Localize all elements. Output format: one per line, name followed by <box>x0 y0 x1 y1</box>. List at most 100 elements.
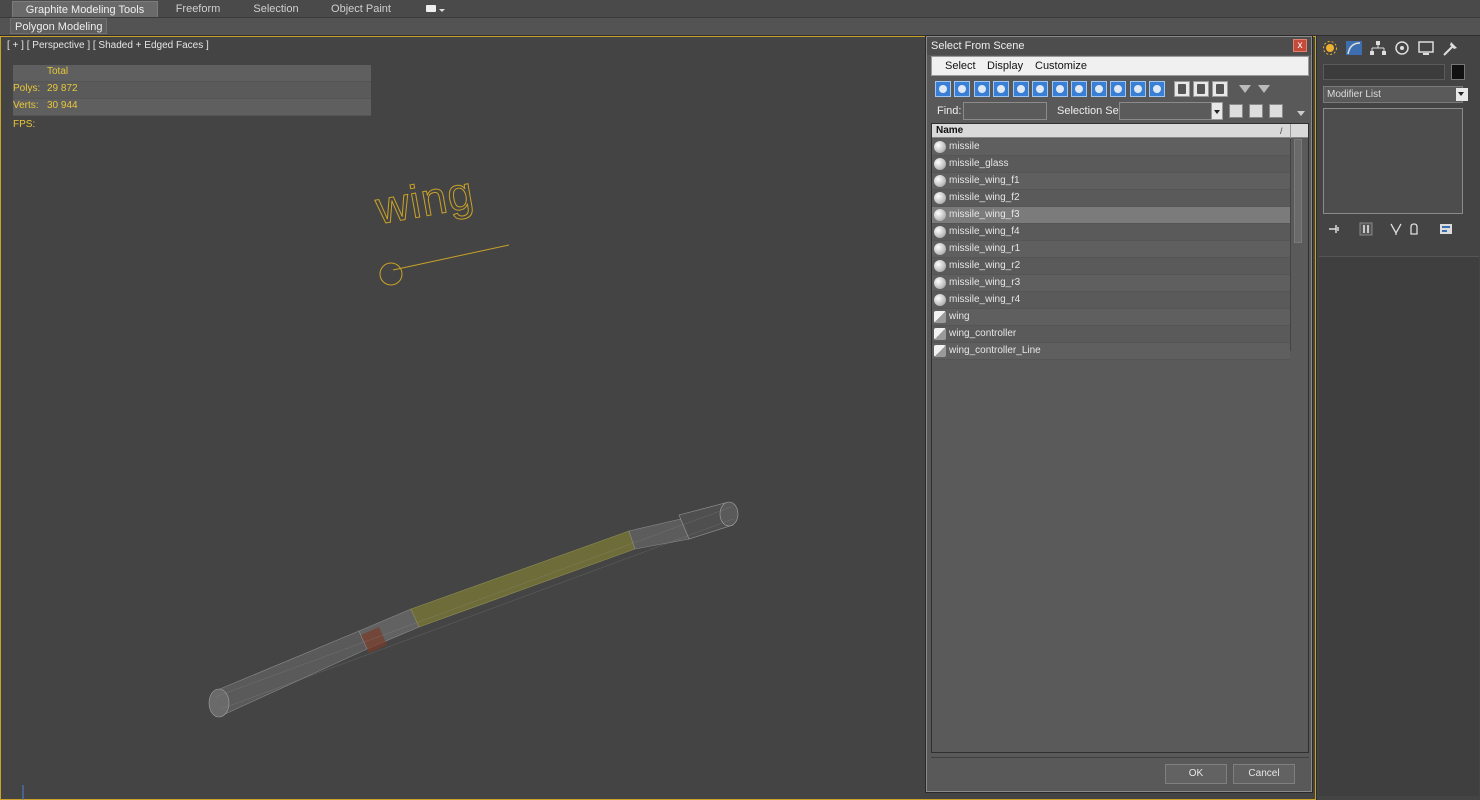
create-tab-icon[interactable] <box>1321 40 1339 56</box>
list-item[interactable]: missile_wing_r3 <box>932 275 1290 292</box>
filter-frozen-icon[interactable] <box>1130 81 1146 97</box>
list-item[interactable]: wing <box>932 309 1290 326</box>
ribbon-polygon-modeling-panel[interactable]: Polygon Modeling <box>10 18 108 34</box>
modifier-list-dropdown[interactable]: Modifier List <box>1323 86 1468 103</box>
modify-tab-icon[interactable] <box>1345 40 1363 56</box>
ribbon-tab-freeform[interactable]: Freeform <box>162 1 234 17</box>
scene-statistics: Total Polys: 29 872 Verts: 30 944 <box>13 65 371 116</box>
list-item-label: missile_wing_r2 <box>949 260 1021 271</box>
command-panel-tabs <box>1317 36 1480 60</box>
select-from-scene-dialog: Select From Scene x Select Display Custo… <box>926 36 1312 792</box>
viewport-label[interactable]: [ + ] [ Perspective ] [ Shaded + Edged F… <box>7 40 209 51</box>
show-end-result-icon[interactable] <box>1359 222 1373 236</box>
ribbon-tab-selection[interactable]: Selection <box>240 1 312 17</box>
missile-mesh[interactable] <box>208 501 739 718</box>
geometry-sphere-icon <box>934 226 946 238</box>
list-item[interactable]: missile_wing_f2 <box>932 190 1290 207</box>
ok-button[interactable]: OK <box>1165 764 1227 784</box>
list-item[interactable]: missile <box>932 139 1290 156</box>
list-item[interactable]: missile_wing_f1 <box>932 173 1290 190</box>
menu-display[interactable]: Display <box>987 60 1023 72</box>
filter-xrefs-icon[interactable] <box>1071 81 1087 97</box>
dialog-menu-bar: Select Display Customize <box>931 56 1309 76</box>
filter-shapes-icon[interactable] <box>954 81 970 97</box>
filter-helpers-icon[interactable] <box>1013 81 1029 97</box>
display-tab-icon[interactable] <box>1417 40 1435 56</box>
list-item-label: missile_wing_f4 <box>949 226 1020 237</box>
ribbon-options-icon[interactable] <box>424 3 446 15</box>
list-item[interactable]: missile_wing_r1 <box>932 241 1290 258</box>
modifier-stack-tools <box>1323 220 1463 238</box>
geometry-sphere-icon <box>934 175 946 187</box>
utilities-tab-icon[interactable] <box>1441 40 1459 56</box>
filter-lights-icon[interactable] <box>974 81 990 97</box>
shape-icon <box>934 311 946 323</box>
menu-customize[interactable]: Customize <box>1035 60 1087 72</box>
sort-indicator-icon: / <box>1280 126 1283 136</box>
find-input[interactable] <box>963 102 1047 120</box>
command-panel: Modifier List <box>1316 36 1480 800</box>
geometry-sphere-icon <box>934 158 946 170</box>
column-name-header[interactable]: Name <box>936 125 963 136</box>
stats-verts-row: Verts: 30 944 <box>13 99 371 116</box>
select-invert-icon[interactable] <box>1212 81 1228 97</box>
expand-arrow-icon[interactable] <box>1297 111 1305 116</box>
list-scrollbar-thumb[interactable] <box>1294 139 1302 243</box>
filter-geometry-icon[interactable] <box>935 81 951 97</box>
cancel-button[interactable]: Cancel <box>1233 764 1295 784</box>
list-item[interactable]: missile_wing_f4 <box>932 224 1290 241</box>
object-name-input[interactable] <box>1323 64 1445 80</box>
ribbon-tab-object-paint[interactable]: Object Paint <box>320 1 402 17</box>
find-row: Find: Selection Set: <box>931 101 1309 121</box>
remove-modifier-icon[interactable] <box>1407 222 1421 236</box>
selection-set-dropdown-arrow[interactable] <box>1211 102 1223 120</box>
filter-hidden-icon[interactable] <box>1149 81 1165 97</box>
header-divider <box>1290 124 1291 138</box>
select-none-icon[interactable] <box>1193 81 1209 97</box>
make-unique-icon[interactable] <box>1389 222 1403 236</box>
menu-select[interactable]: Select <box>945 60 976 72</box>
dialog-toolbar <box>931 77 1309 101</box>
filter-space-warps-icon[interactable] <box>1032 81 1048 97</box>
edit-selection-set-icon[interactable] <box>1229 104 1243 118</box>
filter-groups-icon[interactable] <box>1052 81 1068 97</box>
ribbon: Graphite Modeling Tools Freeform Selecti… <box>0 0 1480 36</box>
list-item-selected[interactable]: missile_wing_f3 <box>932 207 1290 224</box>
wing-controller-line[interactable] <box>392 244 510 271</box>
list-item[interactable]: wing_controller <box>932 326 1290 343</box>
list-item[interactable]: wing_controller_Line <box>932 343 1290 360</box>
stats-header: Total <box>13 65 371 82</box>
hierarchy-tab-icon[interactable] <box>1369 40 1387 56</box>
list-scrollbar[interactable] <box>1290 139 1304 351</box>
list-item-label: missile_wing_r4 <box>949 294 1021 305</box>
list-item[interactable]: missile_wing_r4 <box>932 292 1290 309</box>
list-item-label: wing_controller_Line <box>949 345 1041 356</box>
wing-controller-circle[interactable] <box>379 262 403 286</box>
find-label: Find: <box>937 105 962 117</box>
motion-tab-icon[interactable] <box>1393 40 1411 56</box>
list-item[interactable]: missile_glass <box>932 156 1290 173</box>
pin-stack-icon[interactable] <box>1327 222 1341 236</box>
filter-settings-icon[interactable] <box>1256 81 1272 97</box>
filter-bones-icon[interactable] <box>1091 81 1107 97</box>
list-item[interactable]: missile_wing_r2 <box>932 258 1290 275</box>
object-color-swatch[interactable] <box>1451 64 1465 80</box>
ribbon-tab-graphite-modeling-tools[interactable]: Graphite Modeling Tools <box>12 1 158 17</box>
remove-selection-set-icon[interactable] <box>1269 104 1283 118</box>
shape-icon <box>934 345 946 357</box>
filter-cameras-icon[interactable] <box>993 81 1009 97</box>
select-all-icon[interactable] <box>1174 81 1190 97</box>
filter-funnel-icon[interactable] <box>1237 81 1253 97</box>
list-item-label: missile_wing_f2 <box>949 192 1020 203</box>
configure-modifier-sets-icon[interactable] <box>1439 222 1453 236</box>
filter-containers-icon[interactable] <box>1110 81 1126 97</box>
modifier-list-dropdown-arrow[interactable] <box>1456 88 1468 101</box>
selection-set-dropdown[interactable] <box>1119 102 1221 120</box>
list-item-label: missile <box>949 141 980 152</box>
scene-object-list: Name / missile missile_glass missile_win… <box>931 123 1309 753</box>
modifier-stack[interactable] <box>1323 108 1463 214</box>
add-selection-set-icon[interactable] <box>1249 104 1263 118</box>
stats-fps-label: FPS: <box>13 119 36 130</box>
dialog-close-button[interactable]: x <box>1293 39 1307 52</box>
dialog-title[interactable]: Select From Scene <box>927 37 1311 55</box>
